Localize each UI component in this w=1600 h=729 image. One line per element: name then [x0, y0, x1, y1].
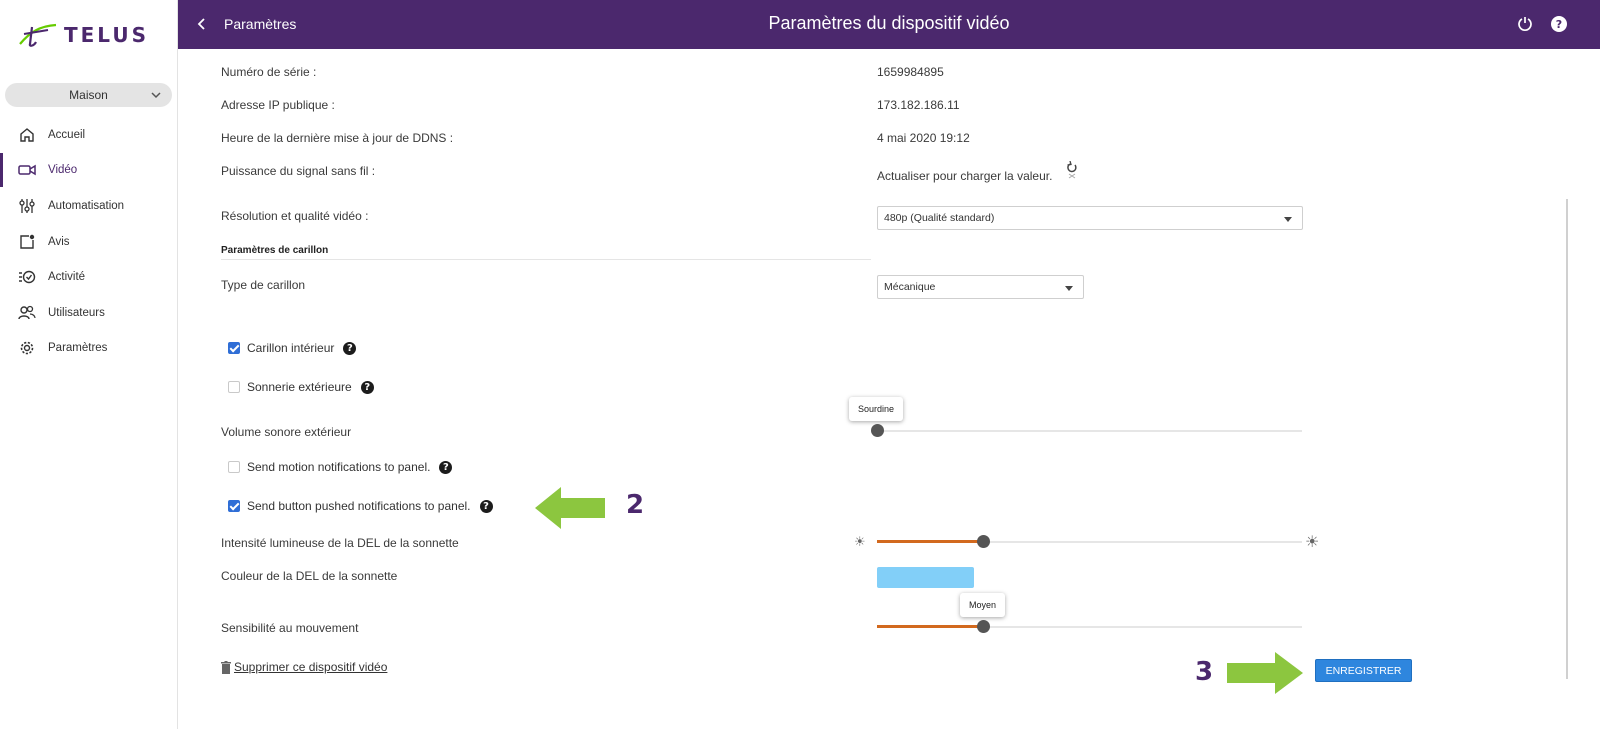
power-icon[interactable]	[1516, 15, 1534, 33]
exterior-ring-checkbox[interactable]	[228, 381, 240, 393]
volume-slider[interactable]	[871, 424, 1302, 437]
slider-thumb[interactable]	[977, 620, 990, 633]
annotation-arrow-right	[1227, 652, 1303, 694]
sidebar-item-avis[interactable]: Avis	[0, 225, 178, 259]
led-color-swatch[interactable]	[877, 567, 974, 588]
sun-small-icon: ☀	[854, 534, 866, 549]
section-divider	[221, 259, 871, 260]
volume-tooltip: Sourdine	[849, 397, 904, 421]
svg-text:?: ?	[1556, 18, 1562, 31]
delete-device-link[interactable]: Supprimer ce dispositif vidéo	[221, 660, 387, 674]
motion-sensitivity-slider[interactable]	[877, 620, 1302, 633]
motion-notification-option[interactable]: Send motion notifications to panel. ?	[228, 460, 453, 474]
ddns-label: Heure de la dernière mise à jour de DDNS…	[221, 131, 454, 145]
motion-notification-label: Send motion notifications to panel.	[247, 460, 431, 474]
site-selector[interactable]: Maison	[5, 83, 172, 107]
sidebar-item-activite[interactable]: Activité	[0, 260, 178, 294]
page-title: Paramètres du dispositif vidéo	[768, 13, 1010, 33]
sensitivity-tooltip: Moyen	[960, 593, 1006, 617]
dropdown-caret-icon	[1284, 217, 1292, 222]
slider-thumb[interactable]	[977, 535, 990, 548]
help-icon[interactable]: ?	[1550, 15, 1568, 33]
users-icon	[18, 304, 36, 322]
video-camera-icon	[18, 161, 36, 179]
question-help-icon[interactable]: ?	[479, 499, 493, 513]
button-notification-option[interactable]: Send button pushed notifications to pane…	[228, 499, 493, 513]
exterior-ring-label: Sonnerie extérieure	[247, 380, 352, 394]
brand-name: TELUS	[64, 23, 149, 47]
annotation-step-2: 2	[626, 490, 645, 520]
notification-icon	[18, 233, 36, 251]
footer-strip	[178, 694, 1600, 729]
interior-chime-label: Carillon intérieur	[247, 341, 335, 355]
sidebar-item-label: Activité	[48, 271, 86, 283]
sidebar-item-label: Automatisation	[48, 200, 125, 212]
sidebar-item-label: Utilisateurs	[48, 307, 105, 319]
sidebar-item-label: Avis	[48, 236, 70, 248]
led-intensity-label: Intensité lumineuse de la DEL de la sonn…	[221, 536, 459, 550]
annotation-step-3: 3	[1195, 657, 1214, 687]
question-help-icon[interactable]: ?	[360, 380, 374, 394]
chime-section-title: Paramètres de carillon	[221, 245, 329, 256]
chime-type-select[interactable]: Mécanique	[877, 275, 1084, 299]
sidebar-item-parametres[interactable]: Paramètres	[0, 331, 178, 365]
save-button[interactable]: ENREGISTRER	[1315, 659, 1412, 682]
dropdown-caret-icon	[1065, 286, 1073, 291]
ip-value: 173.182.186.11	[877, 98, 960, 112]
motion-notification-checkbox[interactable]	[228, 461, 240, 473]
site-selector-label: Maison	[69, 88, 108, 102]
ip-label: Adresse IP publique :	[221, 98, 335, 112]
signal-value: Actualiser pour charger la valeur.	[877, 169, 1053, 183]
resolution-select[interactable]: 480p (Qualité standard)	[877, 206, 1303, 230]
scrollbar-thumb[interactable]	[1566, 199, 1568, 679]
sidebar-item-label: Accueil	[48, 129, 86, 141]
refresh-icon[interactable]	[1066, 161, 1078, 179]
button-notification-label: Send button pushed notifications to pane…	[247, 499, 471, 513]
activity-icon	[18, 268, 36, 286]
serial-value: 1659984895	[877, 65, 944, 79]
sun-large-icon: ☀	[1305, 534, 1320, 551]
led-color-label: Couleur de la DEL de la sonnette	[221, 569, 398, 583]
sidebar-item-video[interactable]: Vidéo	[0, 153, 178, 187]
slider-fill	[877, 625, 983, 628]
telus-logo-icon	[19, 23, 57, 47]
sidebar-item-label: Paramètres	[48, 342, 108, 354]
slider-thumb[interactable]	[871, 424, 884, 437]
resolution-label: Résolution et qualité vidéo :	[221, 209, 369, 223]
interior-chime-option[interactable]: Carillon intérieur ?	[228, 341, 357, 355]
resolution-select-value: 480p (Qualité standard)	[884, 212, 995, 224]
chime-type-select-value: Mécanique	[884, 281, 936, 293]
delete-device-label: Supprimer ce dispositif vidéo	[234, 660, 388, 674]
sidebar-item-label: Vidéo	[48, 164, 78, 176]
telus-logo[interactable]: TELUS	[18, 20, 149, 50]
settings-form: Numéro de série : 1659984895 Adresse IP …	[178, 49, 1560, 694]
sidebar-item-utilisateurs[interactable]: Utilisateurs	[0, 296, 178, 330]
motion-sensitivity-label: Sensibilité au mouvement	[221, 621, 359, 635]
header-bar: Paramètres Paramètres du dispositif vidé…	[178, 0, 1600, 49]
interior-chime-checkbox[interactable]	[228, 342, 240, 354]
serial-label: Numéro de série :	[221, 65, 317, 79]
slider-fill	[877, 540, 983, 543]
button-notification-checkbox[interactable]	[228, 500, 240, 512]
led-intensity-slider[interactable]	[877, 535, 1302, 548]
sliders-icon	[18, 197, 36, 215]
question-help-icon[interactable]: ?	[343, 341, 357, 355]
ddns-value: 4 mai 2020 19:12	[877, 131, 970, 145]
volume-label: Volume sonore extérieur	[221, 425, 352, 439]
signal-label: Puissance du signal sans fil :	[221, 164, 376, 178]
trash-icon	[221, 660, 231, 674]
sidebar-item-accueil[interactable]: Accueil	[0, 118, 178, 152]
home-icon	[18, 126, 36, 144]
chevron-down-icon	[151, 92, 161, 99]
scrollbar[interactable]	[1560, 49, 1570, 694]
exterior-ring-option[interactable]: Sonnerie extérieure ?	[228, 380, 374, 394]
sidebar-item-automatisation[interactable]: Automatisation	[0, 189, 178, 223]
question-help-icon[interactable]: ?	[439, 460, 453, 474]
chime-type-label: Type de carillon	[221, 278, 306, 292]
gear-icon	[18, 339, 36, 357]
sidebar: TELUS Maison Accueil Vidéo Automatisatio…	[0, 0, 178, 729]
annotation-arrow-left	[535, 487, 605, 529]
